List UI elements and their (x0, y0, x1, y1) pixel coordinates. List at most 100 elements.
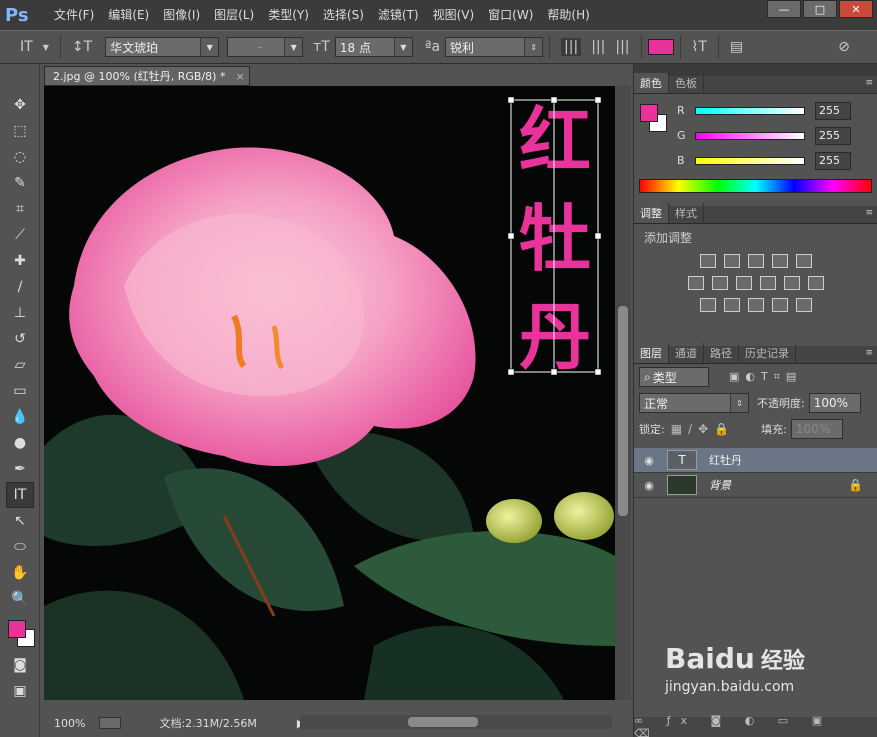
tab-history[interactable]: 历史记录 (739, 343, 796, 363)
align-right-icon[interactable]: ||| (615, 39, 629, 55)
channel-slider[interactable] (695, 156, 805, 165)
color-lookup-icon[interactable] (807, 276, 824, 290)
layer-name[interactable]: 红牡丹 (709, 452, 742, 468)
gradient-tool-icon[interactable]: ▭ (6, 378, 34, 404)
menu-window[interactable]: 窗口(W) (481, 0, 540, 30)
panel-menu-icon[interactable]: ≡ (865, 78, 873, 88)
antialias-select[interactable]: 锐利 ⇕ (445, 37, 544, 57)
foreground-color[interactable] (8, 620, 26, 638)
tab-color[interactable]: 颜色 (634, 73, 669, 93)
slider-blue[interactable]: B 255 (677, 148, 877, 173)
menu-file[interactable]: 文件(F) (47, 0, 101, 30)
layer-filter-select[interactable]: ⌕ 类型 (639, 367, 709, 387)
align-left-icon[interactable]: ||| (561, 38, 582, 56)
eye-icon[interactable]: ◉ (639, 454, 659, 467)
vertical-scrollbar[interactable] (615, 86, 631, 700)
horizontal-scrollbar[interactable] (300, 715, 612, 729)
curves-icon[interactable] (747, 254, 764, 268)
cancel-icon[interactable]: ⊘ (838, 39, 850, 55)
tab-paths[interactable]: 路径 (704, 343, 739, 363)
slider-red[interactable]: R 255 (677, 98, 877, 123)
invert-icon[interactable] (699, 298, 716, 312)
channel-mixer-icon[interactable] (783, 276, 800, 290)
menu-help[interactable]: 帮助(H) (540, 0, 596, 30)
tab-channels[interactable]: 通道 (669, 343, 704, 363)
scroll-thumb[interactable] (618, 306, 628, 516)
maximize-button[interactable]: □ (803, 0, 837, 18)
exposure-icon[interactable] (771, 254, 788, 268)
close-button[interactable]: ✕ (839, 0, 873, 18)
document-tab[interactable]: 2.jpg @ 100% (红牡丹, RGB/8) * × (44, 66, 250, 86)
tab-adjustments[interactable]: 调整 (634, 203, 669, 223)
vibrance-icon[interactable] (795, 254, 812, 268)
posterize-icon[interactable] (723, 298, 740, 312)
color-swatches[interactable] (0, 612, 40, 652)
document-canvas[interactable]: 红 牡 丹 (44, 86, 615, 700)
layer-row[interactable]: ◉ T 红牡丹 (634, 448, 877, 473)
fill-field[interactable]: 100% (790, 419, 843, 439)
hue-saturation-icon[interactable] (687, 276, 704, 290)
menu-select[interactable]: 选择(S) (316, 0, 371, 30)
channel-value[interactable]: 255 (815, 151, 851, 170)
align-center-icon[interactable]: ||| (591, 39, 605, 55)
eye-icon[interactable]: ◉ (639, 479, 659, 492)
minimize-button[interactable]: — (767, 0, 801, 18)
filter-icons[interactable]: ▣◐T⌗▤ (729, 370, 802, 384)
text-color-swatch[interactable] (647, 39, 674, 55)
photo-filter-icon[interactable] (759, 276, 776, 290)
hand-tool-icon[interactable]: ✋ (6, 560, 34, 586)
foreground-color[interactable] (640, 104, 658, 122)
channel-slider[interactable] (695, 131, 805, 140)
channel-value[interactable]: 255 (815, 126, 851, 145)
zoom-tool-icon[interactable]: 🔍 (6, 586, 34, 612)
crop-tool-icon[interactable]: ⌗ (6, 196, 34, 222)
brush-tool-icon[interactable]: ∕ (6, 274, 34, 300)
panel-menu-icon[interactable]: ≡ (865, 348, 873, 358)
menu-view[interactable]: 视图(V) (426, 0, 482, 30)
character-panel-icon[interactable]: ▤ (730, 39, 743, 55)
selective-color-icon[interactable] (771, 298, 788, 312)
blur-tool-icon[interactable]: 💧 (6, 404, 34, 430)
threshold-icon[interactable] (747, 298, 764, 312)
screen-mode-icon[interactable]: ▣ (6, 678, 34, 704)
eraser-tool-icon[interactable]: ▱ (6, 352, 34, 378)
toggle-orientation-icon[interactable]: ↕T (72, 39, 92, 55)
menu-image[interactable]: 图像(I) (156, 0, 207, 30)
chevron-down-icon[interactable]: ▼ (43, 43, 49, 52)
channel-value[interactable]: 255 (815, 101, 851, 120)
gradient-map-icon[interactable] (795, 298, 812, 312)
color-balance-icon[interactable] (711, 276, 728, 290)
quick-select-tool-icon[interactable]: ✎ (6, 170, 34, 196)
opacity-field[interactable]: 100% (808, 393, 861, 413)
tab-layers[interactable]: 图层 (634, 343, 669, 363)
blend-mode-select[interactable]: 正常 ⇕ (639, 393, 749, 413)
panel-menu-icon[interactable]: ≡ (865, 208, 873, 218)
brightness-icon[interactable] (699, 254, 716, 268)
lock-icons[interactable]: ▦∕✥🔒 (671, 422, 735, 436)
menu-layer[interactable]: 图层(L) (207, 0, 261, 30)
warp-text-icon[interactable]: ⌇T (692, 39, 707, 55)
font-style-select[interactable]: - ▼ (227, 37, 304, 57)
scroll-thumb[interactable] (408, 717, 478, 727)
tab-swatches[interactable]: 色板 (669, 73, 704, 93)
move-tool-icon[interactable]: ✥ (6, 92, 34, 118)
slider-green[interactable]: G 255 (677, 123, 877, 148)
layer-row[interactable]: ◉ 背景 🔒 (634, 473, 877, 498)
lasso-tool-icon[interactable]: ◌ (6, 144, 34, 170)
healing-brush-tool-icon[interactable]: ✚ (6, 248, 34, 274)
eyedropper-tool-icon[interactable]: ⟋ (6, 222, 34, 248)
color-spectrum[interactable] (639, 179, 872, 193)
quick-mask-icon[interactable]: ◙ (6, 652, 34, 678)
font-family-select[interactable]: 华文琥珀 ▼ (105, 37, 220, 57)
pen-tool-icon[interactable]: ✒ (6, 456, 34, 482)
menu-edit[interactable]: 编辑(E) (101, 0, 156, 30)
layer-name[interactable]: 背景 (709, 477, 731, 493)
channel-slider[interactable] (695, 106, 805, 115)
clone-stamp-tool-icon[interactable]: ⊥ (6, 300, 34, 326)
ellipse-tool-icon[interactable]: ⬭ (6, 534, 34, 560)
marquee-tool-icon[interactable]: ⬚ (6, 118, 34, 144)
type-tool-icon[interactable]: IT (6, 482, 34, 508)
close-tab-icon[interactable]: × (235, 70, 244, 83)
status-info-icon[interactable] (99, 717, 122, 729)
menu-filter[interactable]: 滤镜(T) (371, 0, 426, 30)
